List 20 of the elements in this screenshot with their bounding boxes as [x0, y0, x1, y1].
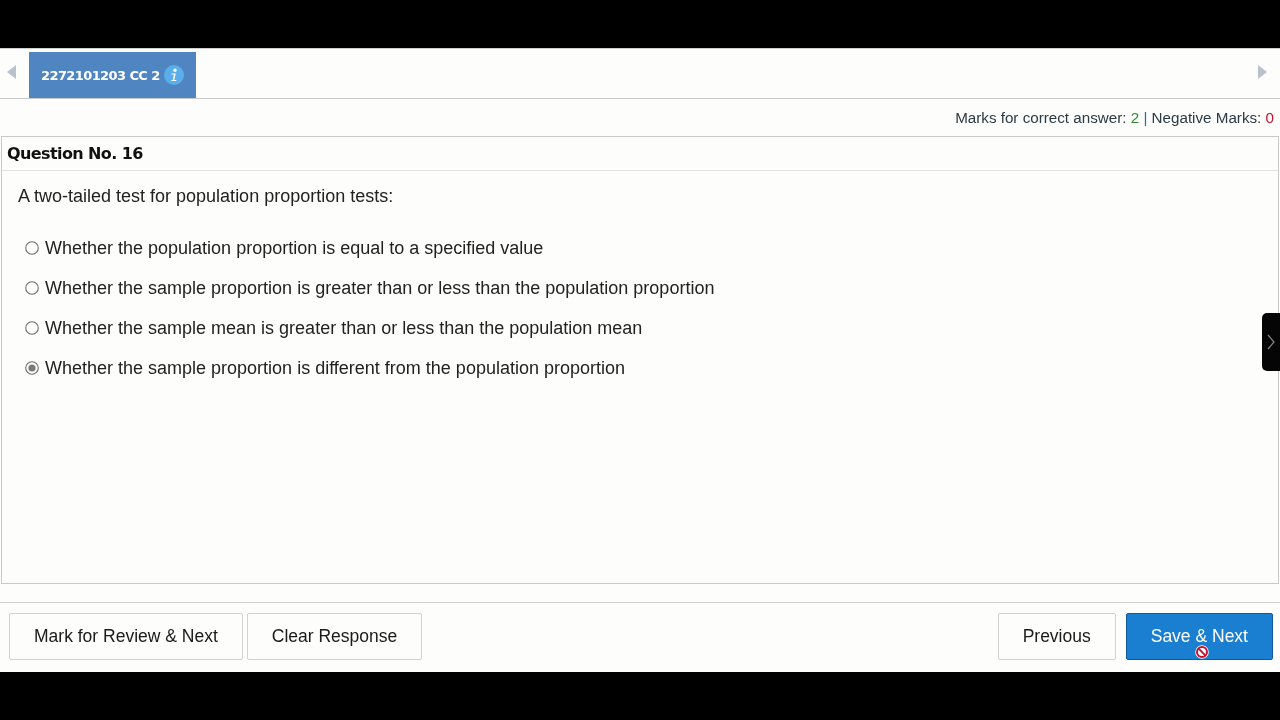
question-text: A two-tailed test for population proportion tests: [18, 185, 395, 207]
action-button[interactable]: Clear Response [246, 612, 423, 660]
info-icon[interactable] [163, 65, 184, 85]
marks-info: Marks for correct answer: 2 | Negative Marks: 0 [955, 109, 1274, 126]
option-label[interactable]: Whether the sample proportion is different from the population proportion [45, 357, 625, 379]
side-panel-toggle[interactable] [1262, 313, 1280, 371]
chevron-right-icon [1267, 334, 1275, 350]
action-button[interactable]: Previous [997, 612, 1116, 660]
not-allowed-cursor-icon [1194, 644, 1209, 659]
radio-icon[interactable] [25, 241, 39, 255]
action-button[interactable]: Mark for Review & Next [9, 612, 243, 660]
question-number: Question No. 16 [7, 144, 143, 163]
radio-selected-icon[interactable] [25, 361, 39, 375]
option-label[interactable]: Whether the population proportion is equal to a specified value [45, 237, 544, 259]
section-tab[interactable]: 2272101203 CC 2 [29, 52, 196, 98]
save-next-button[interactable]: Save & Next [1125, 612, 1273, 660]
radio-icon[interactable] [25, 281, 39, 295]
option-label[interactable]: Whether the sample proportion is greater than or less than the population proportion [45, 277, 715, 299]
option-label[interactable]: Whether the sample mean is greater than or less than the population mean [45, 317, 643, 339]
radio-icon[interactable] [25, 321, 39, 335]
